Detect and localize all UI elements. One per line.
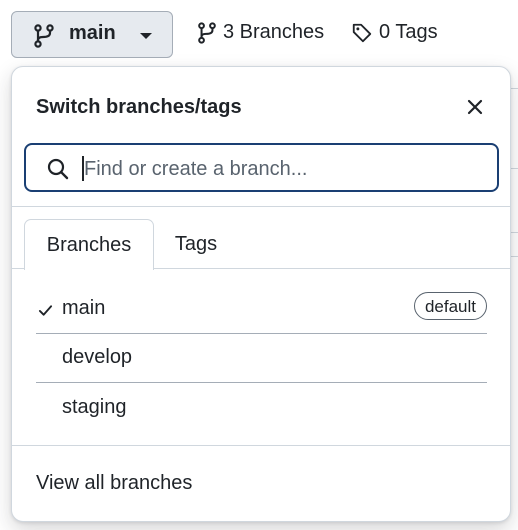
text-cursor [82,156,84,181]
branches-count-link[interactable]: 3 Branches [197,21,324,44]
branch-switcher-popover: Switch branches/tags Branches Tags main … [11,66,511,522]
repo-toolbar: main 3 Branches 0 Tags [0,0,518,62]
branch-search-input[interactable] [82,155,486,183]
tags-count-link[interactable]: 0 Tags [351,21,438,44]
close-icon [467,99,483,115]
branch-item-main[interactable]: main default [36,285,487,334]
ref-type-tabs: Branches Tags [12,219,510,270]
check-icon [38,305,53,316]
git-branch-icon [34,24,54,48]
tab-branches[interactable]: Branches [24,219,154,270]
branch-name: main [62,297,106,319]
tags-count-label: 0 Tags [379,21,438,43]
branch-name: develop [62,346,133,368]
current-branch-label: main [69,22,116,44]
close-button[interactable] [461,93,489,121]
branch-name: staging [62,396,127,418]
default-badge: default [413,292,487,320]
branch-search-field[interactable] [24,143,499,192]
branch-item-staging[interactable]: staging [36,384,487,433]
search-divider [12,206,510,207]
popover-title: Switch branches/tags [36,96,242,118]
chevron-down-icon [140,33,152,39]
tab-tags[interactable]: Tags [162,219,230,269]
git-branch-icon [198,21,216,44]
branch-selector-button[interactable]: main [11,11,173,58]
view-all-branches-link[interactable]: View all branches [36,472,192,495]
search-icon [47,158,69,180]
tag-icon [352,23,372,42]
branch-item-develop[interactable]: develop [36,334,487,383]
branches-count-label: 3 Branches [223,21,325,43]
row-divider [36,382,487,383]
footer-divider [12,445,510,446]
